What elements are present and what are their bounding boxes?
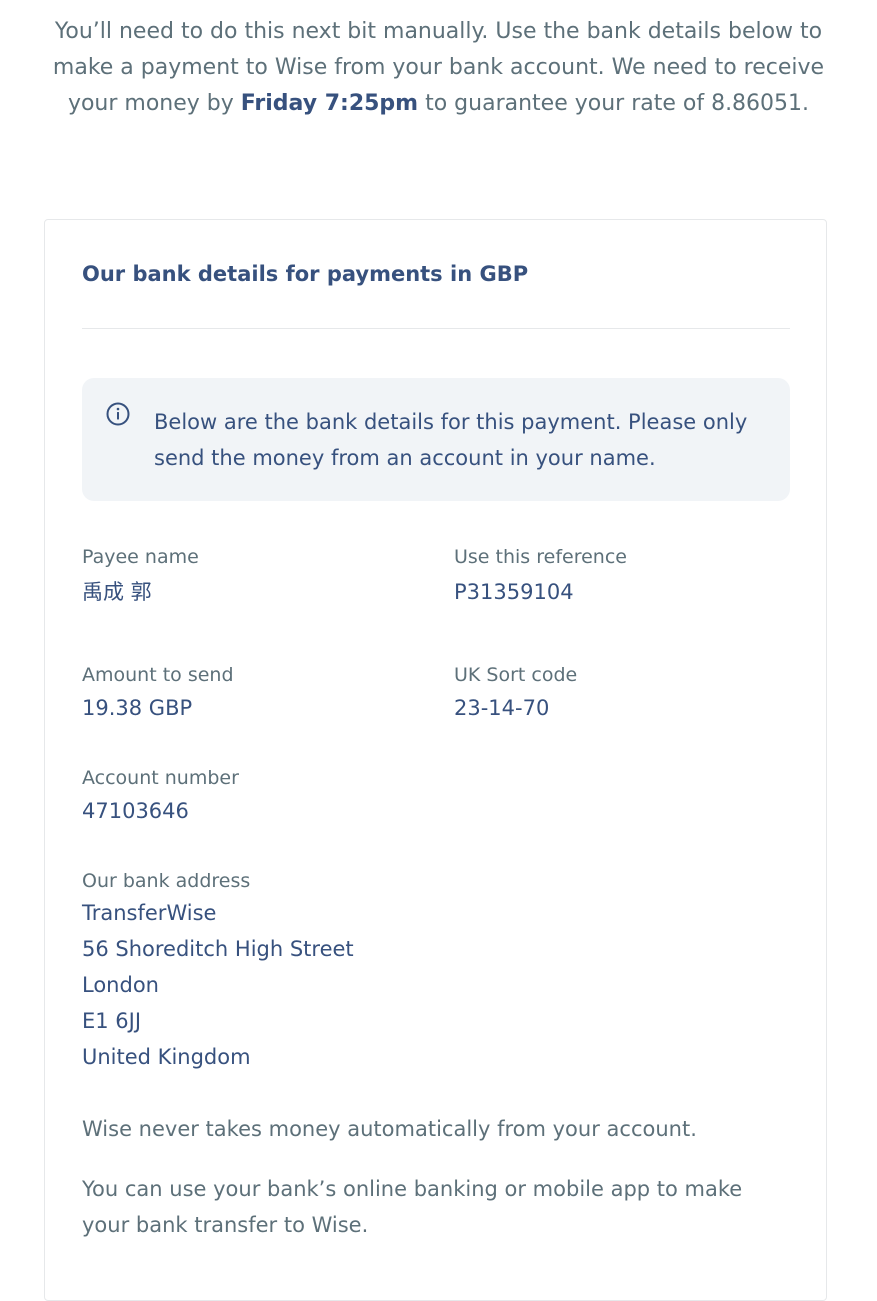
bank-details-card: Our bank details for payments in GBP Bel… [44, 219, 827, 1301]
address-line: E1 6JJ [82, 1009, 142, 1033]
payment-deadline: Friday 7:25pm [240, 91, 419, 116]
bank-address[interactable]: TransferWise 56 Shoreditch High Street L… [82, 895, 354, 1075]
bank-address-label: Our bank address [82, 870, 251, 892]
amount-value[interactable]: 19.38 GBP [82, 693, 192, 723]
sort-code-value[interactable]: 23-14-70 [454, 693, 549, 723]
account-number-label: Account number [82, 767, 239, 789]
reference-label: Use this reference [454, 546, 627, 568]
payee-name-label: Payee name [82, 546, 199, 568]
payment-instructions: You’ll need to do this next bit manually… [40, 14, 837, 122]
address-line: 56 Shoreditch High Street [82, 937, 354, 961]
info-alert: Below are the bank details for this paym… [82, 378, 790, 501]
auto-debit-note: Wise never takes money automatically fro… [82, 1117, 697, 1141]
info-icon [106, 402, 130, 426]
account-number-value[interactable]: 47103646 [82, 796, 189, 826]
payee-name-value[interactable]: 禹成 郭 [82, 577, 152, 607]
address-line: London [82, 973, 159, 997]
divider [82, 328, 790, 329]
amount-label: Amount to send [82, 664, 234, 686]
sort-code-label: UK Sort code [454, 664, 578, 686]
address-line: United Kingdom [82, 1045, 251, 1069]
card-title: Our bank details for payments in GBP [82, 262, 529, 286]
address-line: TransferWise [82, 901, 217, 925]
rate-guarantee-text: to guarantee your rate of 8.86051. [418, 91, 810, 116]
alert-text: Below are the bank details for this paym… [154, 410, 748, 470]
online-banking-note: You can use your bank’s online banking o… [82, 1177, 743, 1237]
reference-value[interactable]: P31359104 [454, 577, 574, 607]
